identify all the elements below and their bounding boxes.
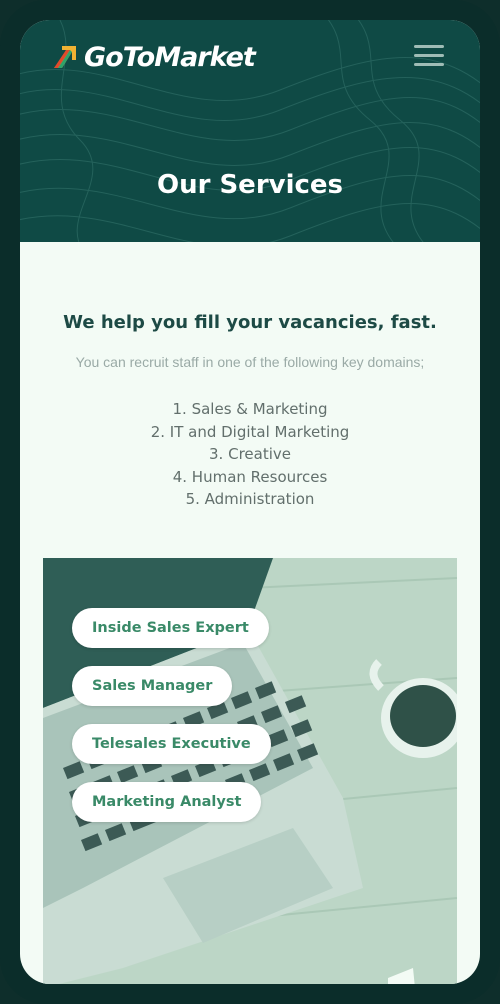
domain-item: 1. Sales & Marketing	[172, 400, 328, 418]
brand-name: GoToMarket	[84, 41, 256, 73]
role-chip-inside-sales-expert[interactable]: Inside Sales Expert	[72, 608, 269, 648]
gotomarket-logo-icon	[54, 46, 76, 68]
page-title: Our Services	[156, 170, 344, 200]
domain-item: 5. Administration	[185, 490, 315, 508]
domains-list: 1. Sales & Marketing 2. IT and Digital M…	[20, 398, 480, 511]
section-subline: You can recruit staff in one of the foll…	[75, 354, 425, 370]
role-chip-marketing-analyst[interactable]: Marketing Analyst	[72, 782, 262, 822]
domain-item: 4. Human Resources	[172, 467, 328, 486]
screen: GoToMarket Our Services We help you fill…	[20, 20, 480, 984]
device-frame: GoToMarket Our Services We help you fill…	[0, 0, 500, 1004]
page-header: GoToMarket Our Services	[20, 20, 480, 242]
domain-item: 3. Creative	[209, 445, 291, 463]
brand-logo[interactable]: GoToMarket	[52, 40, 256, 74]
domain-item: 2. IT and Digital Marketing	[150, 422, 350, 441]
role-chip-telesales-executive[interactable]: Telesales Executive	[72, 724, 271, 764]
hamburger-menu-icon[interactable]	[412, 42, 446, 70]
services-image: Inside Sales Expert Sales Manager Telesa…	[43, 558, 457, 984]
role-chip-sales-manager[interactable]: Sales Manager	[72, 666, 233, 706]
section-headline: We help you fill your vacancies, fast.	[63, 312, 437, 333]
